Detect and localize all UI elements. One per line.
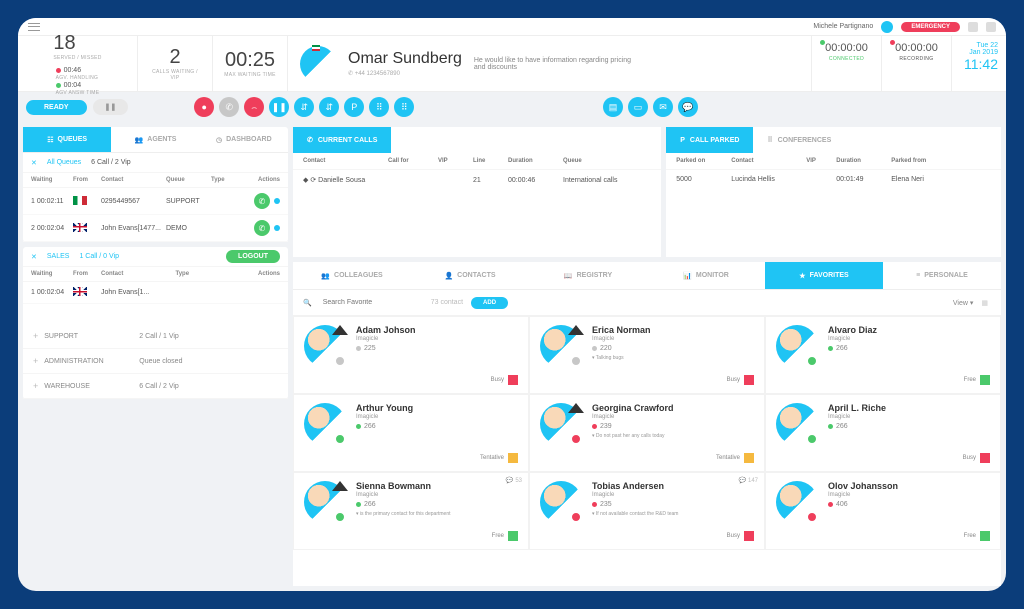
parked-row[interactable]: 5000Lucinda Hellis00:01:49Elena Neri bbox=[666, 170, 1001, 189]
status-dot bbox=[334, 355, 346, 367]
user-avatar[interactable] bbox=[881, 21, 893, 33]
timer-connected: 00:00:00CONNECTED bbox=[811, 36, 881, 91]
filter-icon[interactable] bbox=[986, 22, 996, 32]
tab-colleagues[interactable]: 👥 COLLEAGUES bbox=[293, 262, 411, 289]
call-icon[interactable]: ✆ bbox=[219, 97, 239, 117]
status-dot bbox=[570, 355, 582, 367]
tab-contacts[interactable]: 👤 CONTACTS bbox=[411, 262, 529, 289]
phone-icon: ✆ bbox=[348, 71, 353, 77]
tab-dashboard[interactable]: ◷ DASHBOARD bbox=[200, 127, 288, 152]
status-dot bbox=[334, 433, 346, 445]
call-icon[interactable]: ✆ bbox=[254, 193, 270, 209]
username: Michele Partignano bbox=[813, 23, 873, 30]
status-dot bbox=[570, 433, 582, 445]
contact-card[interactable]: April L. RicheImagicle266Busy bbox=[765, 394, 1001, 472]
status-dot bbox=[806, 355, 818, 367]
contact-card[interactable]: Alvaro DiazImagicle266Free bbox=[765, 316, 1001, 394]
conference-icon[interactable]: ⠿ bbox=[369, 97, 389, 117]
caller-avatar bbox=[300, 46, 336, 82]
queue-item[interactable]: +WAREHOUSE6 Call / 2 Vip bbox=[23, 374, 288, 399]
hangup-icon[interactable]: ⌢ bbox=[244, 97, 264, 117]
note-icon[interactable]: ▤ bbox=[603, 97, 623, 117]
stat-maxwait: 00:25MAX WAITING TIME bbox=[213, 36, 288, 91]
tab-agents[interactable]: 👥 AGENTS bbox=[111, 127, 199, 152]
chat-icon[interactable]: 💬 bbox=[678, 97, 698, 117]
ready-button[interactable]: READY bbox=[26, 100, 87, 115]
chat-icon: 💬 bbox=[506, 477, 513, 484]
stat-calls: 2CALLS WAITING / VIP bbox=[138, 36, 213, 91]
all-queues-link[interactable]: All Queues bbox=[47, 159, 81, 166]
status-dot bbox=[570, 511, 582, 523]
call-parked-tab[interactable]: P CALL PARKED bbox=[666, 127, 753, 153]
timer-recording: 00:00:00RECORDING bbox=[881, 36, 951, 91]
layout-icon[interactable]: ▦ bbox=[981, 299, 988, 307]
tab-personale[interactable]: ≡ PERSONALE bbox=[883, 262, 1001, 289]
sales-row[interactable]: 1 00:02:04John Evans[1... bbox=[23, 282, 288, 304]
transfer1-icon[interactable]: ⇵ bbox=[294, 97, 314, 117]
logout-button[interactable]: LOGOUT bbox=[226, 250, 280, 263]
search-icon: 🔍 bbox=[303, 299, 312, 307]
card-icon[interactable]: ▭ bbox=[628, 97, 648, 117]
header: 18SERVED / MISSED 00:46 AGV. HANDLING 00… bbox=[18, 36, 1006, 92]
tab-monitor[interactable]: 📊 MONITOR bbox=[647, 262, 765, 289]
status-badge bbox=[744, 375, 754, 385]
action-bar: READY ❚❚ ● ✆ ⌢ ❚❚ ⇵ ⇵ P ⠿ ⠿ ▤ ▭ ✉ 💬 bbox=[18, 92, 1006, 122]
call-icon[interactable]: ✆ bbox=[254, 220, 270, 236]
contact-card[interactable]: Arthur YoungImagicle266Tentative bbox=[293, 394, 529, 472]
contact-card[interactable]: Georgina CrawfordImagicle239▾ Do not pas… bbox=[529, 394, 765, 472]
queue-row[interactable]: 1 00:02:110295449567SUPPORT✆ bbox=[23, 188, 288, 215]
status-dot bbox=[806, 433, 818, 445]
call-row[interactable]: ◆ ⟳ Danielle Sousa2100:00:46Internationa… bbox=[293, 170, 661, 190]
mail-icon[interactable]: ✉ bbox=[653, 97, 673, 117]
status-badge bbox=[508, 375, 518, 385]
contact-card[interactable]: 💬53Sienna BowmannImagicle266▾ is the pri… bbox=[293, 472, 529, 550]
close-icon[interactable]: ✕ bbox=[31, 253, 37, 261]
grid-icon[interactable] bbox=[968, 22, 978, 32]
queue-item[interactable]: +SUPPORT2 Call / 1 Vip bbox=[23, 324, 288, 349]
status-dot bbox=[806, 511, 818, 523]
search-input[interactable] bbox=[323, 299, 423, 306]
menu-icon[interactable] bbox=[28, 23, 40, 31]
topbar: Michele Partignano EMERGENCY bbox=[18, 18, 1006, 36]
tab-favorites[interactable]: ★ FAVORITES bbox=[765, 262, 883, 289]
status-badge bbox=[980, 531, 990, 541]
status-badge bbox=[980, 375, 990, 385]
add-button[interactable]: ADD bbox=[471, 297, 508, 309]
sales-panel: ✕SALES1 Call / 0 VipLOGOUT WaitingFromCo… bbox=[23, 247, 288, 399]
sales-link[interactable]: SALES bbox=[47, 253, 70, 260]
emergency-button[interactable]: EMERGENCY bbox=[901, 22, 960, 32]
record-icon[interactable]: ● bbox=[194, 97, 214, 117]
contacts-panel: 👥 COLLEAGUES 👤 CONTACTS 📖 REGISTRY 📊 MON… bbox=[293, 262, 1001, 586]
status-badge bbox=[744, 531, 754, 541]
group-icon[interactable]: ⠿ bbox=[394, 97, 414, 117]
current-calls-panel: ✆ CURRENT CALLS ContactCall forVIPLineDu… bbox=[293, 127, 661, 257]
contact-card[interactable]: 💬147Tobias AndersenImagicle235▾ If not a… bbox=[529, 472, 765, 550]
hold-icon[interactable]: ❚❚ bbox=[269, 97, 289, 117]
close-icon[interactable]: ✕ bbox=[31, 159, 37, 167]
caller-info: Omar Sundberg✆ +44 1234567890 He would l… bbox=[288, 36, 811, 91]
pause-button[interactable]: ❚❚ bbox=[93, 99, 129, 115]
queue-row[interactable]: 2 00:02:04John Evans[1477...DEMO✆ bbox=[23, 215, 288, 242]
contact-card[interactable]: Adam JohsonImagicle225Busy bbox=[293, 316, 529, 394]
view-toggle[interactable]: View ▾ bbox=[953, 299, 974, 307]
datetime: Tue 22Jan 201911:42 bbox=[951, 36, 1006, 91]
tab-registry[interactable]: 📖 REGISTRY bbox=[529, 262, 647, 289]
status-dot bbox=[334, 511, 346, 523]
status-badge bbox=[744, 453, 754, 463]
contact-card[interactable]: Olov JohanssonImagicle406Free bbox=[765, 472, 1001, 550]
parked-panel: P CALL PARKED⠿ CONFERENCES Parked onCont… bbox=[666, 127, 1001, 257]
tab-queues[interactable]: ☷ QUEUES bbox=[23, 127, 111, 152]
current-calls-tab[interactable]: ✆ CURRENT CALLS bbox=[293, 127, 391, 153]
transfer2-icon[interactable]: ⇵ bbox=[319, 97, 339, 117]
status-badge bbox=[508, 531, 518, 541]
stat-served: 18SERVED / MISSED 00:46 AGV. HANDLING 00… bbox=[18, 36, 138, 91]
status-badge bbox=[508, 453, 518, 463]
status-badge bbox=[980, 453, 990, 463]
contact-card[interactable]: Erica NormanImagicle220▾ Talking bugsBus… bbox=[529, 316, 765, 394]
queues-panel: ☷ QUEUES 👥 AGENTS ◷ DASHBOARD ✕ All Queue… bbox=[23, 127, 288, 242]
park-icon[interactable]: P bbox=[344, 97, 364, 117]
chat-icon: 💬 bbox=[739, 477, 746, 484]
conferences-tab[interactable]: ⠿ CONFERENCES bbox=[753, 127, 845, 153]
queue-item[interactable]: +ADMINISTRATIONQueue closed bbox=[23, 349, 288, 374]
